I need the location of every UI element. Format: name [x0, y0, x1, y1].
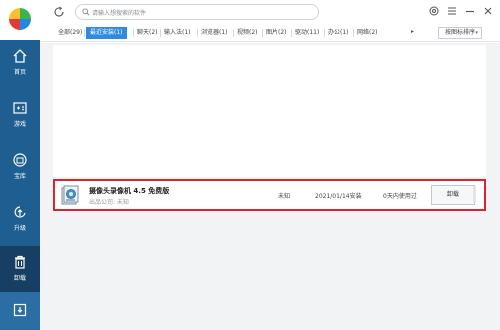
- sidebar-item-label: 游戏: [13, 121, 26, 128]
- sidebar-item-uninstall[interactable]: 卸载: [0, 246, 40, 298]
- tab-divider: [262, 29, 263, 37]
- app-row[interactable]: 摄像头录像机 4.5 免费版 出品公司: 未知 未知 2021/01/14安装 …: [53, 179, 486, 211]
- menu-icon[interactable]: [446, 5, 458, 17]
- gamepad-icon: [13, 102, 27, 114]
- tab-divider: [160, 29, 161, 37]
- search-placeholder: 请输入想搜索的软件: [92, 10, 147, 17]
- sidebar-item-upgrade[interactable]: 升级: [0, 196, 40, 248]
- app-name: 摄像头录像机 4.5 免费版: [89, 187, 170, 195]
- sidebar-item-label: 宝库: [13, 173, 26, 180]
- sidebar: 首页 游戏 宝库 升级 卸载: [0, 0, 40, 330]
- sidebar-item-label: 卸载: [13, 275, 26, 282]
- close-icon[interactable]: [482, 5, 494, 17]
- tab-divider: [197, 29, 198, 37]
- treasure-box-icon: [13, 153, 27, 167]
- chevron-right-icon[interactable]: ▸: [411, 28, 414, 35]
- tab-divider: [324, 29, 325, 37]
- row-scroll-indicator: [473, 186, 476, 202]
- tab-office[interactable]: 办公(1): [328, 27, 349, 39]
- list-blank-area: [53, 45, 486, 177]
- tab-driver[interactable]: 驱动(11): [295, 27, 319, 39]
- search-box[interactable]: 请输入想搜索的软件: [75, 4, 319, 20]
- tab-divider: [84, 29, 85, 37]
- top-bar: 请输入想搜索的软件: [40, 0, 500, 24]
- tab-divider: [291, 29, 292, 37]
- tab-divider: [233, 29, 234, 37]
- tab-divider: [353, 29, 354, 37]
- trash-icon: [15, 255, 25, 269]
- app-install-date: 2021/01/14安装: [315, 193, 362, 200]
- tab-input-method[interactable]: 输入法(1): [164, 27, 191, 39]
- category-tabs: 全部(29) 最近安装(1) 聊天(2) 输入法(1) 浏览器(1) 视频(2)…: [40, 24, 500, 42]
- sort-dropdown[interactable]: 按图标排序 ▾: [438, 27, 482, 39]
- minimize-icon[interactable]: [464, 5, 476, 17]
- sidebar-item-label: 升级: [13, 225, 26, 232]
- download-manager-button[interactable]: [0, 292, 40, 330]
- search-icon: [82, 8, 90, 16]
- sidebar-item-games[interactable]: 游戏: [0, 92, 40, 144]
- app-last-used: 0天内使用过: [383, 193, 417, 200]
- home-icon: [13, 49, 27, 63]
- sidebar-item-treasury[interactable]: 宝库: [0, 144, 40, 196]
- app-list-area: 摄像头录像机 4.5 免费版 出品公司: 未知 未知 2021/01/14安装 …: [40, 43, 500, 330]
- sidebar-item-label: 首页: [13, 69, 26, 76]
- download-icon: [13, 303, 27, 317]
- app-publisher: 出品公司: 未知: [89, 199, 129, 206]
- upgrade-icon: [14, 206, 26, 218]
- tab-chat[interactable]: 聊天(2): [137, 27, 158, 39]
- app-logo: [0, 0, 40, 40]
- pinwheel-logo-icon: [9, 8, 31, 30]
- tab-all[interactable]: 全部(29): [58, 27, 82, 39]
- tab-divider: [133, 29, 134, 37]
- uninstall-button[interactable]: 卸载: [431, 185, 475, 205]
- tab-network[interactable]: 网络(2): [357, 27, 378, 39]
- settings-icon[interactable]: [428, 5, 440, 17]
- app-size: 未知: [278, 193, 291, 200]
- chevron-down-icon: ▾: [475, 30, 478, 36]
- tab-video[interactable]: 视频(2): [237, 27, 258, 39]
- refresh-icon[interactable]: [53, 6, 65, 18]
- tab-browser[interactable]: 浏览器(1): [201, 27, 228, 39]
- tab-image[interactable]: 图片(2): [266, 27, 287, 39]
- tab-recently-installed[interactable]: 最近安装(1): [86, 27, 127, 39]
- webcam-recorder-icon: [61, 185, 79, 205]
- sort-label: 按图标排序: [445, 29, 476, 36]
- sidebar-item-home[interactable]: 首页: [0, 40, 40, 92]
